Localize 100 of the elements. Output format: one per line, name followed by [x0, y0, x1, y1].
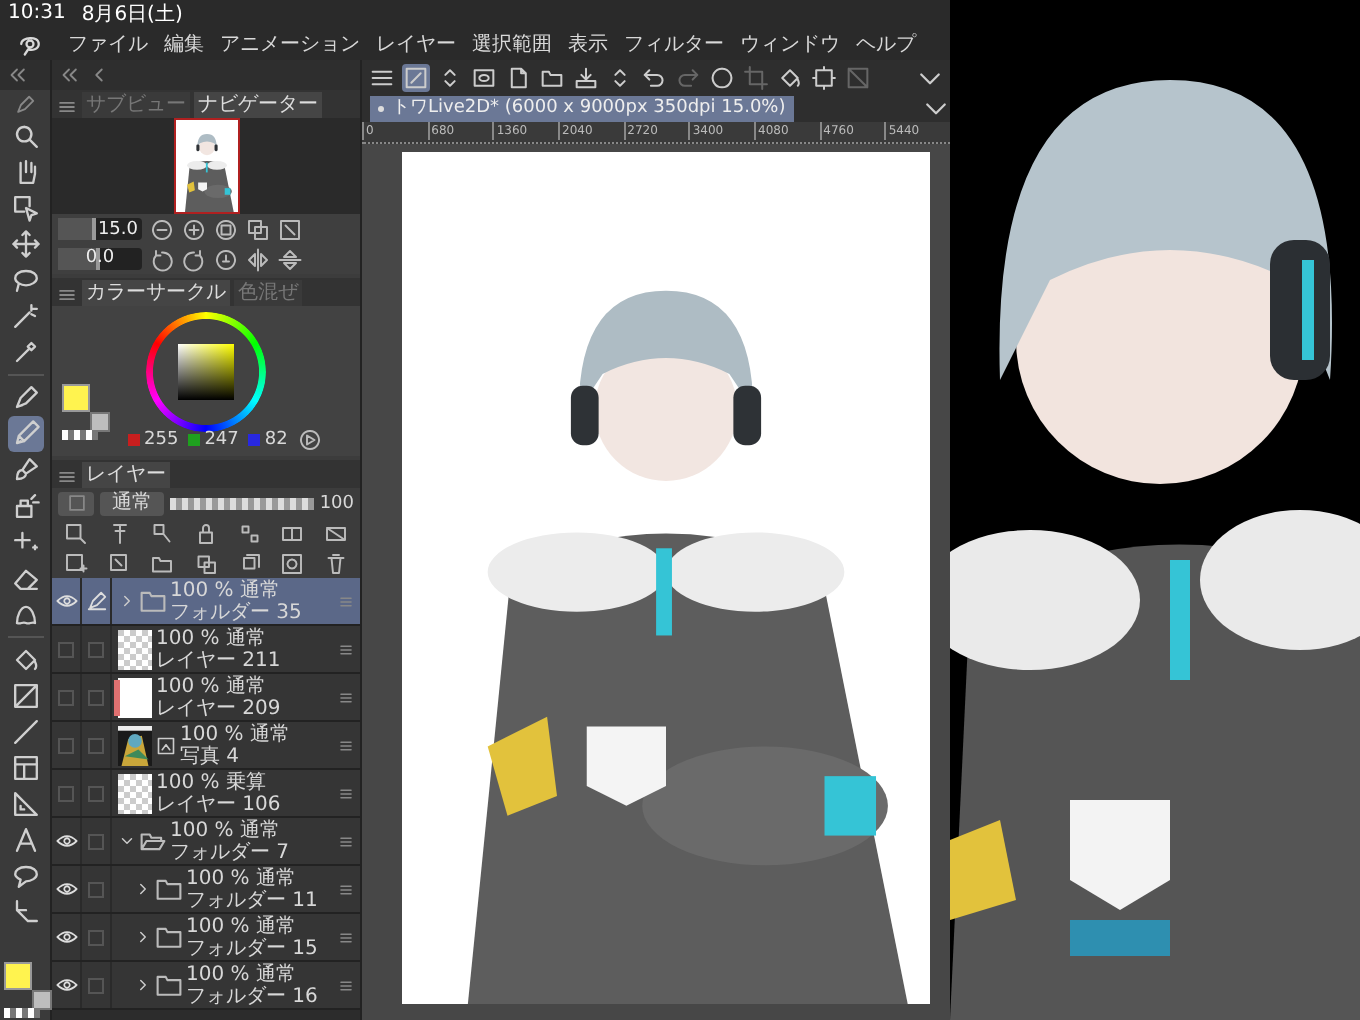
- pencil-icon[interactable]: [7, 416, 43, 452]
- menu-item[interactable]: レイヤー: [376, 29, 456, 57]
- flip-vertical-icon[interactable]: [278, 247, 302, 271]
- new-vector-icon[interactable]: [107, 551, 132, 575]
- sub-color-swatch[interactable]: [32, 990, 52, 1010]
- eye-icon[interactable]: [55, 830, 77, 852]
- layer-row[interactable]: 100 % 通常 フォルダー 15: [52, 914, 360, 962]
- expand-icon[interactable]: [134, 976, 152, 994]
- edit-checkbox[interactable]: [88, 785, 104, 801]
- collapse-icon[interactable]: [6, 64, 28, 86]
- window-icon[interactable]: [246, 217, 270, 241]
- visibility-checkbox[interactable]: [58, 737, 74, 753]
- menu-item[interactable]: アニメーション: [220, 29, 360, 57]
- play-icon[interactable]: [297, 428, 322, 452]
- menu-item[interactable]: ウィンドウ: [740, 29, 840, 57]
- selection-icon[interactable]: [708, 63, 736, 91]
- expand-icon[interactable]: [134, 880, 152, 898]
- rotate-right-icon[interactable]: [182, 247, 206, 271]
- layer-mask-icon[interactable]: [280, 551, 305, 575]
- drag-handle-icon[interactable]: [336, 687, 356, 707]
- drag-handle-icon[interactable]: [336, 879, 356, 899]
- panel-tab[interactable]: レイヤー: [82, 462, 170, 488]
- new-folder-icon[interactable]: [150, 551, 175, 575]
- eye-icon[interactable]: [55, 974, 77, 996]
- reference-icon[interactable]: [150, 521, 175, 545]
- new-layer-icon[interactable]: [64, 521, 89, 545]
- sub-color-swatch[interactable]: [90, 412, 110, 432]
- flip-horizontal-icon[interactable]: [246, 247, 270, 271]
- drag-handle-icon[interactable]: [336, 591, 356, 611]
- new-raster-icon[interactable]: [64, 551, 89, 575]
- collapse-icon[interactable]: [58, 64, 80, 86]
- opacity-slider[interactable]: [170, 497, 314, 509]
- pen-tab-icon[interactable]: [14, 93, 36, 115]
- fullscreen-icon[interactable]: [278, 217, 302, 241]
- bucket-icon[interactable]: [776, 63, 804, 91]
- transparent-swatch[interactable]: [62, 430, 98, 440]
- lock-alpha-icon[interactable]: [237, 521, 262, 545]
- lock-icon[interactable]: [193, 521, 218, 545]
- undo-icon[interactable]: [640, 63, 668, 91]
- zoom-in-icon[interactable]: [182, 217, 206, 241]
- duplicate-icon[interactable]: [237, 551, 262, 575]
- rotate-left-icon[interactable]: [150, 247, 174, 271]
- edit-checkbox[interactable]: [88, 833, 104, 849]
- layer-row[interactable]: 100 % 通常 写真 4: [52, 722, 360, 770]
- layer-row[interactable]: 100 % 通常 フォルダー 35: [52, 578, 360, 626]
- mask-link-icon[interactable]: [280, 521, 305, 545]
- layer-color-select[interactable]: [58, 491, 94, 515]
- edit-checkbox[interactable]: [88, 977, 104, 993]
- move-icon[interactable]: [7, 226, 43, 262]
- edit-checkbox[interactable]: [88, 641, 104, 657]
- document-tab[interactable]: トワLive2D* (6000 x 9000px 350dpi 15.0%): [370, 95, 794, 121]
- menu-item[interactable]: 選択範囲: [472, 29, 552, 57]
- trash-icon[interactable]: [323, 551, 348, 575]
- edit-checkbox[interactable]: [88, 881, 104, 897]
- clip-icon[interactable]: [107, 521, 132, 545]
- drag-handle-icon[interactable]: [336, 927, 356, 947]
- panel-menu-icon[interactable]: [56, 466, 78, 488]
- drag-handle-icon[interactable]: [336, 975, 356, 995]
- expand-icon[interactable]: [118, 592, 136, 610]
- layer-row[interactable]: 100 % 通常 フォルダー 11: [52, 866, 360, 914]
- layer-row[interactable]: 100 % 乗算 レイヤー 106: [52, 770, 360, 818]
- eye-icon[interactable]: [55, 926, 77, 948]
- menu-item[interactable]: 表示: [568, 29, 608, 57]
- menu-item[interactable]: 編集: [164, 29, 204, 57]
- main-color-swatch[interactable]: [4, 962, 32, 990]
- blend-mode-select[interactable]: 通常: [100, 491, 164, 515]
- panel-tab[interactable]: ナビゲーター: [194, 92, 322, 118]
- edit-checkbox[interactable]: [88, 929, 104, 945]
- menu-item[interactable]: ヘルプ: [856, 29, 916, 57]
- rotation-slider[interactable]: 0.0: [58, 248, 142, 270]
- layer-row[interactable]: 100 % 通常 レイヤー 209: [52, 674, 360, 722]
- expand-icon[interactable]: [134, 928, 152, 946]
- merge-down-icon[interactable]: [193, 551, 218, 575]
- fit-icon[interactable]: [214, 217, 238, 241]
- main-color-swatch[interactable]: [62, 384, 90, 412]
- layer-row[interactable]: 100 % 通常 フォルダー 16: [52, 962, 360, 1010]
- layer-row[interactable]: 100 % 通常 レイヤー 211: [52, 626, 360, 674]
- menu-item[interactable]: ファイル: [68, 29, 148, 57]
- eye-icon[interactable]: [55, 878, 77, 900]
- zoom-slider[interactable]: 15.0: [58, 218, 142, 240]
- edit-checkbox[interactable]: [88, 737, 104, 753]
- transform-icon[interactable]: [402, 63, 430, 91]
- frame-icon[interactable]: [810, 63, 838, 91]
- visibility-checkbox[interactable]: [58, 641, 74, 657]
- drag-handle-icon[interactable]: [336, 735, 356, 755]
- color-square[interactable]: [178, 344, 234, 400]
- transparent-swatch[interactable]: [4, 1008, 40, 1018]
- collapse-icon[interactable]: [118, 832, 136, 850]
- edit-checkbox[interactable]: [88, 689, 104, 705]
- save-icon[interactable]: [572, 63, 600, 91]
- drag-handle-icon[interactable]: [336, 831, 356, 851]
- opacity-value[interactable]: 100: [319, 493, 354, 513]
- panel-menu-icon[interactable]: [56, 96, 78, 118]
- layer-row[interactable]: 100 % 通常 フォルダー 7: [52, 818, 360, 866]
- menu-item[interactable]: フィルター: [624, 29, 724, 57]
- preview-icon[interactable]: [470, 63, 498, 91]
- visibility-checkbox[interactable]: [58, 785, 74, 801]
- drag-handle-icon[interactable]: [336, 783, 356, 803]
- panel-menu-icon[interactable]: [56, 284, 78, 306]
- zoom-out-icon[interactable]: [150, 217, 174, 241]
